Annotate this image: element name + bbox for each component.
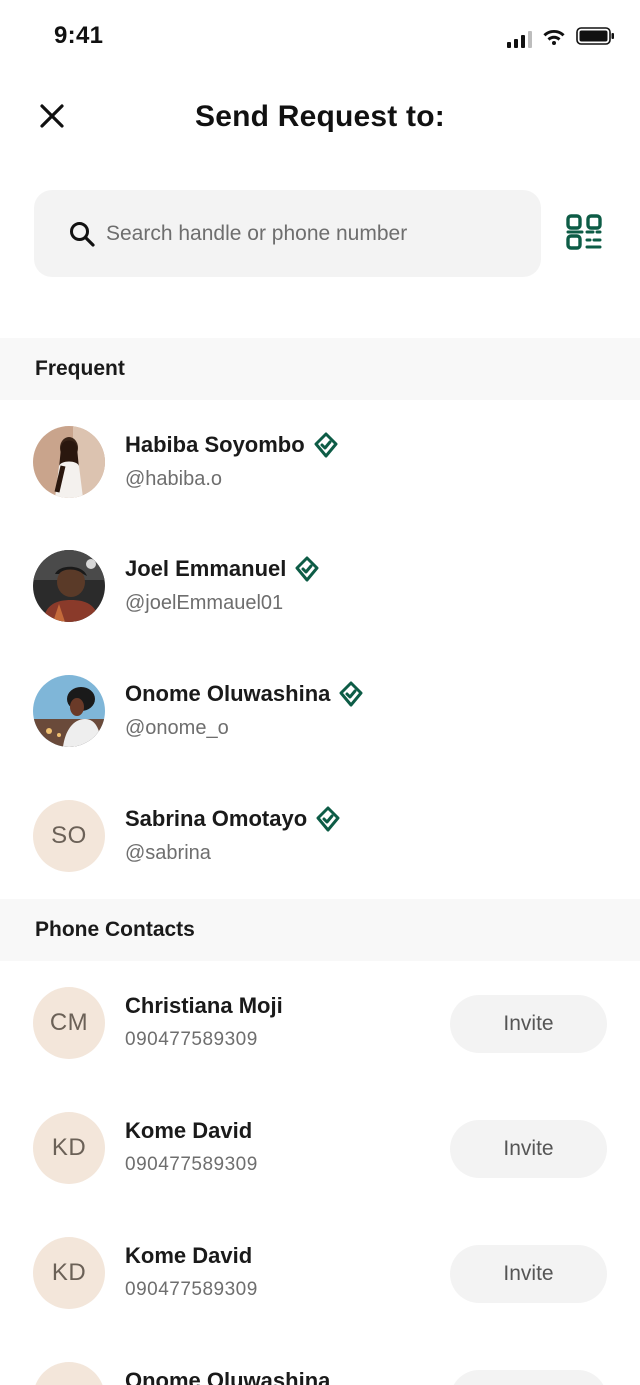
battery-icon <box>576 26 616 51</box>
invite-button[interactable]: Invite <box>450 1370 607 1385</box>
list-item: KD Kome David 090477589309 Invite <box>0 1211 640 1335</box>
contact-name: Kome David <box>125 1118 253 1143</box>
list-item: Onome Oluwashina Invite <box>0 1336 640 1385</box>
wifi-icon <box>542 27 566 50</box>
contact-name: Sabrina Omotayo <box>125 806 308 831</box>
avatar: KD <box>33 1237 105 1309</box>
contact-name: Onome Oluwashina <box>125 681 331 706</box>
section-header-phone-contacts: Phone Contacts <box>0 899 640 961</box>
contact-handle: @habiba.o <box>125 468 223 490</box>
list-item[interactable]: Joel Emmanuel @joelEmmauel01 <box>0 524 640 648</box>
list-item[interactable]: Onome Oluwashina @onome_o <box>0 649 640 773</box>
list-item[interactable]: Habiba Soyombo @habiba.o <box>0 400 640 524</box>
contact-handle: @sabrina <box>125 842 211 864</box>
avatar: CM <box>33 987 105 1059</box>
status-icons <box>507 26 616 51</box>
avatar <box>33 675 105 747</box>
contact-handle: @joelEmmauel01 <box>125 592 284 614</box>
cellular-signal-icon <box>507 30 532 48</box>
contact-phone: 090477589309 <box>125 1279 258 1300</box>
qr-scan-button[interactable] <box>562 212 606 256</box>
contact-name: Kome David <box>125 1243 253 1268</box>
status-time: 9:41 <box>54 22 104 49</box>
status-bar: 9:41 <box>0 0 640 76</box>
verified-badge-icon <box>315 806 341 832</box>
avatar: SO <box>33 800 105 872</box>
verified-badge-icon <box>294 556 320 582</box>
search-bar[interactable] <box>34 190 541 277</box>
search-input[interactable] <box>106 221 506 246</box>
contact-name: Habiba Soyombo <box>125 432 305 457</box>
verified-badge-icon <box>338 681 364 707</box>
avatar <box>33 550 105 622</box>
header: Send Request to: <box>0 76 640 162</box>
qr-code-icon <box>566 213 602 255</box>
contact-phone: 090477589309 <box>125 1029 258 1050</box>
search-icon <box>68 219 98 249</box>
contact-name: Christiana Moji <box>125 993 283 1018</box>
contact-phone: 090477589309 <box>125 1154 258 1175</box>
section-header-frequent: Frequent <box>0 338 640 400</box>
list-item[interactable]: SO Sabrina Omotayo @sabrina <box>0 774 640 898</box>
avatar: KD <box>33 1112 105 1184</box>
avatar <box>33 1362 105 1385</box>
contact-name: Onome Oluwashina <box>125 1368 331 1385</box>
invite-button[interactable]: Invite <box>450 1245 607 1303</box>
contact-handle: @onome_o <box>125 717 229 739</box>
avatar <box>33 426 105 498</box>
list-item: KD Kome David 090477589309 Invite <box>0 1086 640 1210</box>
invite-button[interactable]: Invite <box>450 995 607 1053</box>
invite-button[interactable]: Invite <box>450 1120 607 1178</box>
list-item: CM Christiana Moji 090477589309 Invite <box>0 961 640 1085</box>
contact-name: Joel Emmanuel <box>125 556 287 581</box>
verified-badge-icon <box>313 432 339 458</box>
page-title: Send Request to: <box>195 100 445 133</box>
